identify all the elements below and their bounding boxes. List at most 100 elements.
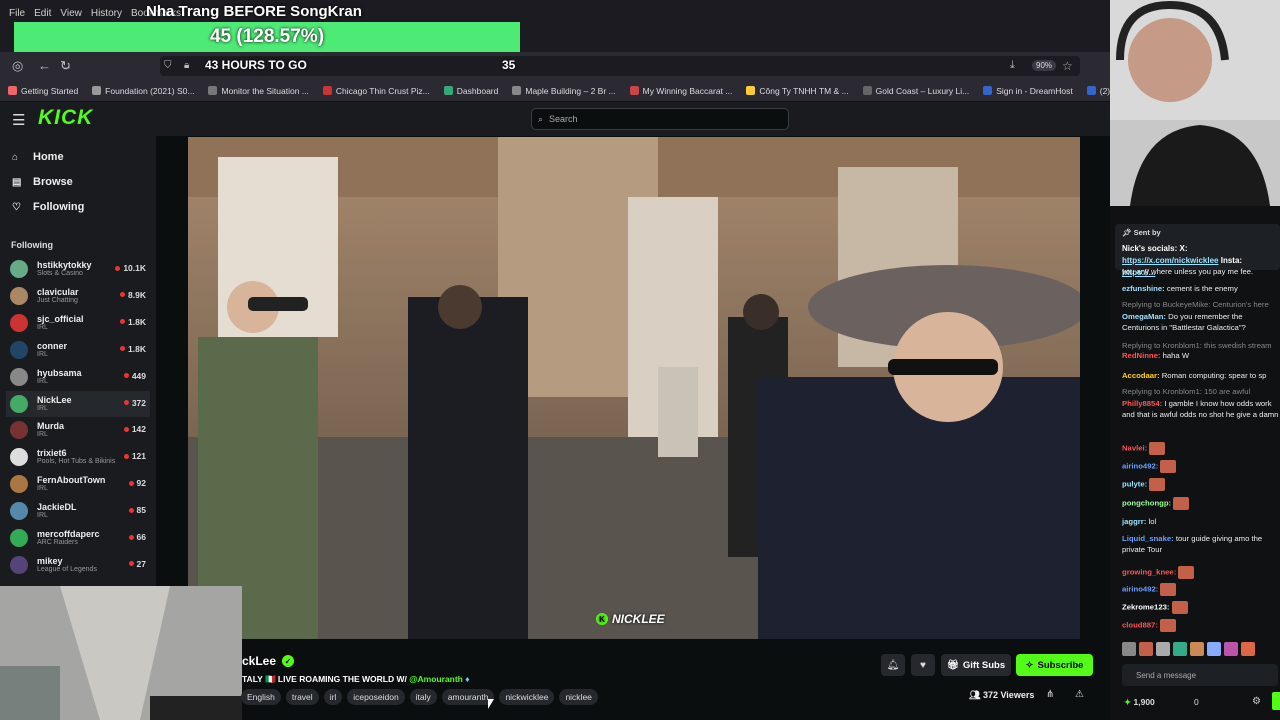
chat-username[interactable]: airino492: [1122, 585, 1158, 594]
bookmark-item[interactable]: Gold Coast – Luxury Li... [862, 86, 969, 96]
title-mention[interactable]: @Amouranth [409, 674, 463, 684]
bookmark-item[interactable]: Dashboard [443, 86, 498, 96]
emote-icon[interactable] [1190, 642, 1204, 656]
followed-channel[interactable]: conner IRL 1.8K [6, 337, 150, 363]
channel-name: FernAboutTown [37, 475, 106, 486]
channel-viewers: 121 [123, 451, 146, 461]
channel-text: hstikkytokky Slots & Casino [37, 260, 92, 278]
video-player[interactable] [188, 137, 1080, 639]
pinned-link-x[interactable]: https://x.com/nickwicklee [1122, 256, 1218, 265]
pin-icon: 📌︎ [1122, 228, 1132, 237]
chat-username[interactable]: RedNinne: [1122, 351, 1160, 360]
chat-username[interactable]: growing_knee: [1122, 568, 1176, 577]
report-icon[interactable]: ⚠ [1075, 689, 1084, 700]
chat-username[interactable]: Liquid_snake: [1122, 534, 1174, 543]
emote-icon[interactable] [1207, 642, 1221, 656]
channel-points[interactable]: ✦ 1,900 [1124, 697, 1155, 708]
save-icon[interactable]: ⤓ [1010, 59, 1015, 72]
zoom-level[interactable]: 90% [1032, 60, 1057, 71]
chat-username[interactable]: jaggrr: [1122, 517, 1146, 526]
menu-item[interactable]: File [9, 8, 25, 19]
followed-channel[interactable]: FernAboutTown IRL 92 [6, 471, 150, 497]
tag-chip[interactable]: nickwicklee [499, 689, 555, 705]
sidebar-nav-home[interactable]: ⌂ Home [12, 151, 64, 163]
chat-username[interactable]: cloud887: [1122, 621, 1158, 630]
bookmark-item[interactable]: My Winning Baccarat ... [629, 86, 732, 96]
channel-category: IRL [37, 377, 48, 385]
bookmark-item[interactable]: Foundation (2021) S0... [92, 86, 194, 96]
emote-icon[interactable] [1224, 642, 1238, 656]
tag-chip[interactable]: iceposeidon [347, 689, 405, 705]
notification-bell-button[interactable]: 🔔︎ [881, 654, 905, 676]
emote-icon[interactable] [1173, 642, 1187, 656]
tag-chip[interactable]: travel [285, 689, 319, 705]
home-icon: ⌂ [12, 151, 19, 163]
shield-icon[interactable]: ⛉ [164, 60, 172, 71]
chat-username[interactable]: ezfunshine: [1122, 284, 1165, 293]
chat-username[interactable]: OmegaMan: [1122, 312, 1166, 321]
streamer-name[interactable]: ckLee ✓ [242, 654, 295, 668]
followed-channel[interactable]: mercoffdaperc ARC Raiders 66 [6, 525, 150, 551]
chat-username[interactable]: pongchongp: [1122, 499, 1171, 508]
chat-username[interactable]: Philly8854: [1122, 399, 1162, 408]
search-input[interactable]: ⌕ Search [531, 108, 789, 130]
diamond-icon: ♦ [465, 674, 470, 684]
chat-input[interactable]: Send a message [1122, 664, 1278, 686]
chat-username[interactable]: airino492: [1122, 462, 1158, 471]
reload-icon[interactable]: ↻ [60, 58, 71, 74]
gear-icon[interactable]: ⚙ [1252, 696, 1261, 707]
channel-viewers: 66 [128, 532, 146, 542]
bookmark-item[interactable]: Maple Building – 2 Br ... [512, 86, 616, 96]
bookmark-item[interactable]: Chicago Thin Crust Piz... [322, 86, 430, 96]
kick-logo[interactable]: KICK [38, 106, 93, 130]
bookmark-item[interactable]: Monitor the Situation ... [208, 86, 309, 96]
follow-heart-button[interactable]: ♥ [911, 654, 935, 676]
followed-channel[interactable]: NickLee IRL 372 [6, 390, 150, 417]
chat-username[interactable]: pulyte: [1122, 480, 1147, 489]
bookmark-item[interactable]: Công Ty TNHH TM & ... [746, 86, 849, 96]
tag-chip[interactable]: italy [409, 689, 437, 705]
sidebar-nav-browse[interactable]: ▤ Browse [12, 176, 73, 188]
overlay-title: Nha Trang BEFORE SongKran [146, 3, 362, 20]
tag-chip[interactable]: nicklee [559, 689, 598, 705]
channel-viewers: 27 [128, 559, 146, 569]
menu-item[interactable]: Edit [34, 8, 51, 19]
followed-channel[interactable]: hstikkytokky Slots & Casino 10.1K [6, 256, 150, 282]
channel-name: Murda [37, 421, 64, 432]
emote-icon [1149, 442, 1166, 455]
back-icon[interactable]: ← [38, 58, 51, 73]
chat-username[interactable]: Accodaar: [1122, 371, 1160, 380]
followed-channel[interactable]: trixiet6 Pools, Hot Tubs & Bikinis 121 [6, 444, 150, 470]
followed-channel[interactable]: mikey League of Legends 27 [6, 552, 150, 578]
sidebar-nav-following[interactable]: ♡ Following [12, 201, 84, 213]
lock-icon[interactable]: 🔒︎ [184, 60, 189, 71]
chat-send-button[interactable] [1272, 692, 1280, 710]
emote-icon[interactable] [1156, 642, 1170, 656]
tag-chip[interactable]: amouranth [441, 689, 495, 705]
tag-chip[interactable]: English [241, 689, 281, 705]
followed-channel[interactable]: sjc_official IRL 1.8K [6, 310, 150, 336]
bookmark-favicon-icon [862, 86, 872, 95]
bookmark-star-icon[interactable]: ☆ [1062, 59, 1073, 73]
emote-icon[interactable] [1122, 642, 1136, 656]
emote-icon[interactable] [1139, 642, 1153, 656]
hamburger-menu-icon[interactable]: ☰ [12, 111, 25, 129]
channel-text: JackieDL IRL [37, 502, 77, 520]
bookmark-item[interactable]: Getting Started [8, 86, 78, 96]
subscribe-button[interactable]: ✧ Subscribe [1016, 654, 1093, 676]
followed-channel[interactable]: Murda IRL 142 [6, 417, 150, 443]
share-icon[interactable]: ⋔ [1046, 689, 1054, 700]
chat-message: jaggrr: lol [1122, 516, 1280, 527]
followed-channel[interactable]: clavicular Just Chatting 8.9K [6, 283, 150, 309]
chat-username[interactable]: Zekrome123: [1122, 603, 1169, 612]
menu-item[interactable]: View [60, 8, 82, 19]
followed-channel[interactable]: JackieDL IRL 85 [6, 498, 150, 524]
chat-username[interactable]: Navlei: [1122, 444, 1147, 453]
emote-icon[interactable] [1241, 642, 1255, 656]
bookmark-item[interactable]: Sign in - DreamHost [983, 86, 1073, 96]
followed-channel[interactable]: hyubsama IRL 449 [6, 364, 150, 390]
tag-chip[interactable]: irl [323, 689, 343, 705]
live-dot-icon [128, 534, 134, 540]
gift-subs-button[interactable]: 🎁︎ Gift Subs [941, 654, 1011, 676]
menu-item[interactable]: History [91, 8, 122, 19]
